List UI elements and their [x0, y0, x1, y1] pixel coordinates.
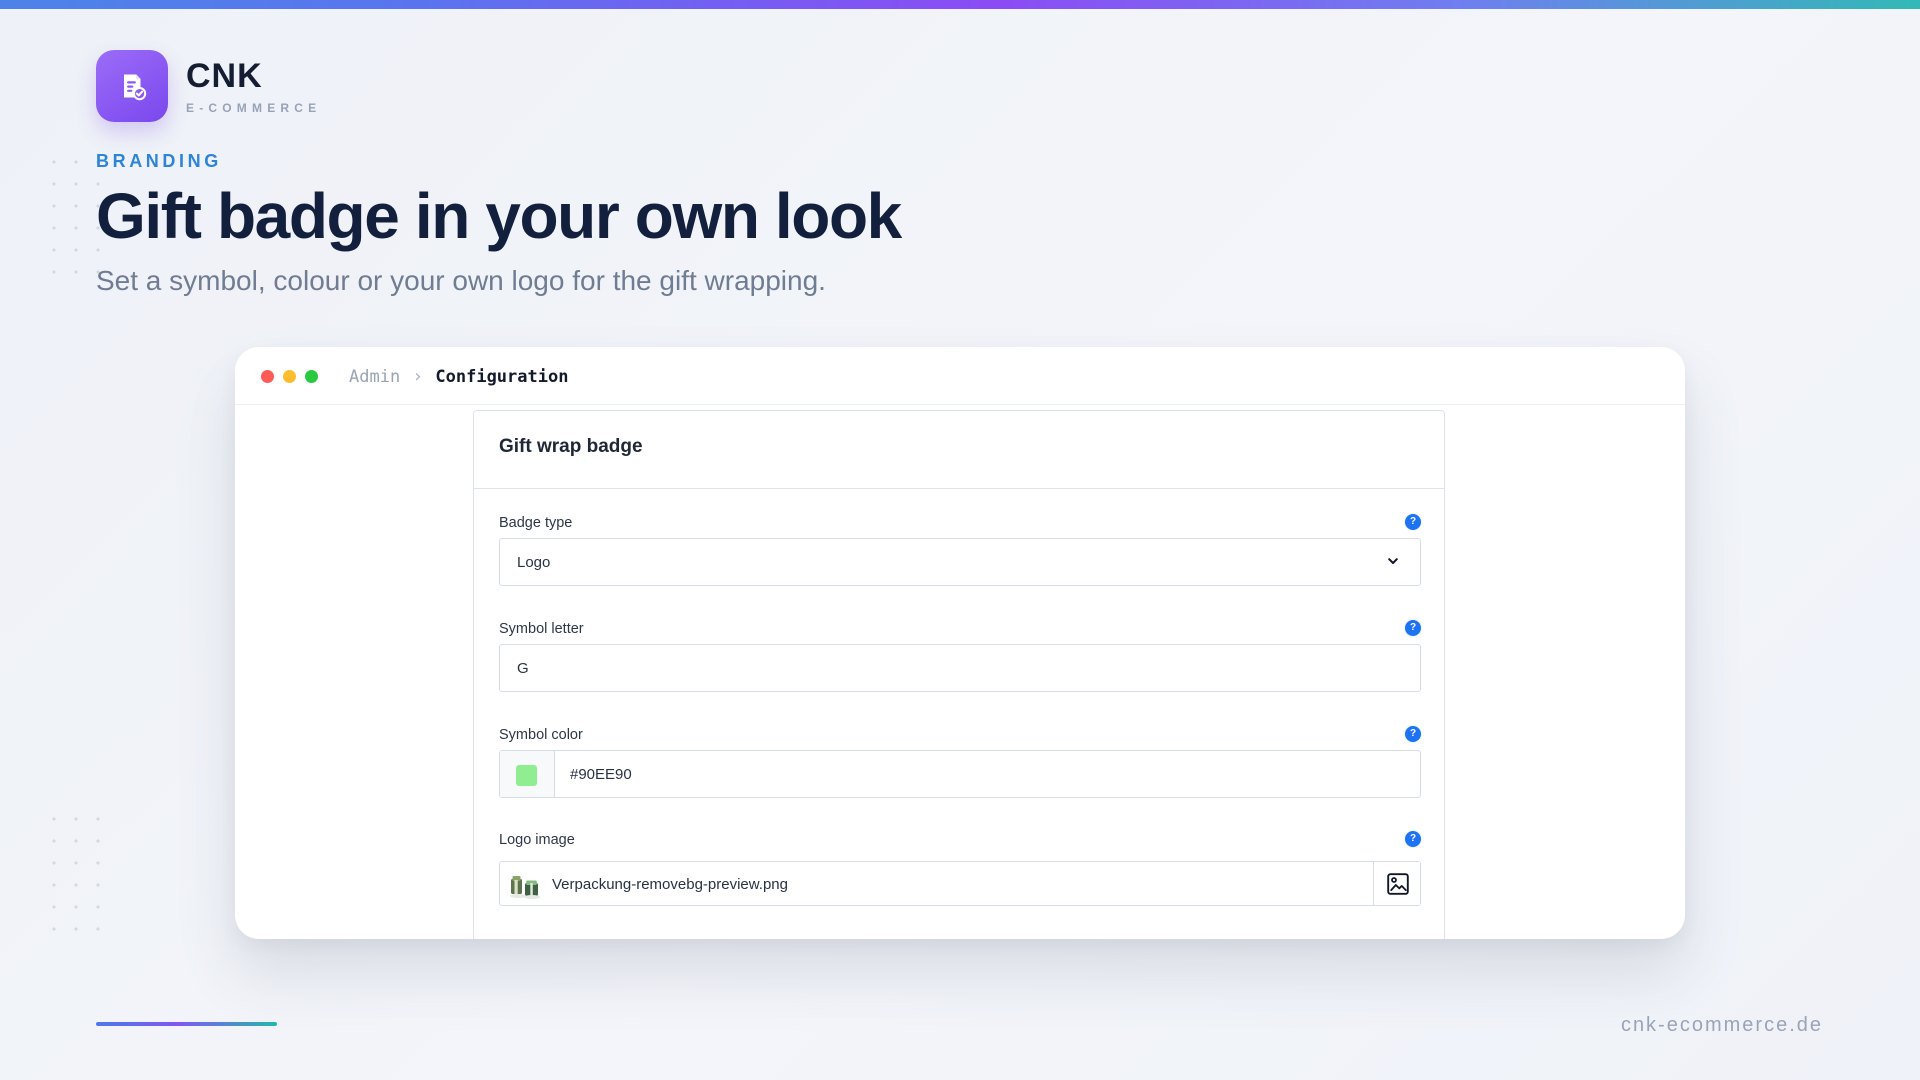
gift-package-thumbnail [510, 876, 540, 899]
symbol-color-label: Symbol color [499, 727, 583, 743]
panel-divider [474, 488, 1444, 489]
help-icon[interactable]: ? [1405, 514, 1421, 530]
admin-window: Admin › Configuration Gift wrap badge Ba… [235, 347, 1685, 939]
chevron-down-icon [1388, 558, 1398, 564]
color-swatch [516, 765, 537, 786]
image-icon [1387, 873, 1409, 895]
color-swatch-button[interactable] [500, 751, 555, 797]
badge-type-value: Logo [517, 554, 551, 571]
window-title-bar: Admin › Configuration [235, 347, 1685, 405]
help-icon[interactable]: ? [1405, 831, 1421, 847]
badge-type-label: Badge type [499, 515, 573, 531]
breadcrumb-configuration: Configuration [435, 367, 569, 387]
brand-logo: CNK E-COMMERCE [96, 50, 321, 122]
document-check-icon [96, 50, 168, 122]
footer-url[interactable]: cnk-ecommerce.de [1621, 1013, 1823, 1037]
gift-wrap-badge-panel: Gift wrap badge Badge type ? Logo Symbol… [473, 410, 1445, 939]
logo-image-file-name: Verpackung-removebg-preview.png [552, 876, 788, 893]
panel-title: Gift wrap badge [499, 436, 643, 457]
minimize-window-dot[interactable] [283, 370, 296, 383]
symbol-color-value: #90EE90 [570, 766, 632, 783]
maximize-window-dot[interactable] [305, 370, 318, 383]
help-icon[interactable]: ? [1405, 620, 1421, 636]
hero-subtitle: Set a symbol, colour or your own logo fo… [96, 265, 826, 296]
brand-subtitle: E-COMMERCE [186, 100, 322, 115]
symbol-color-input[interactable]: #90EE90 [499, 750, 1421, 798]
close-window-dot[interactable] [261, 370, 274, 383]
choose-image-button[interactable] [1373, 862, 1420, 905]
breadcrumb-admin[interactable]: Admin [349, 365, 400, 389]
symbol-letter-input[interactable]: G [499, 644, 1421, 692]
brand-name: CNK [186, 56, 263, 95]
top-gradient-bar [0, 0, 1920, 9]
badge-type-select[interactable]: Logo [499, 538, 1421, 586]
symbol-letter-label: Symbol letter [499, 621, 584, 637]
logo-image-label: Logo image [499, 832, 575, 848]
hero-title: Gift badge in your own look [96, 180, 902, 252]
symbol-letter-value: G [517, 660, 529, 677]
breadcrumb-separator-icon: › [414, 366, 422, 387]
breadcrumb: Admin › Configuration [349, 365, 568, 389]
help-icon[interactable]: ? [1405, 726, 1421, 742]
footer-accent-line [96, 1022, 277, 1026]
decorative-dot-grid [43, 808, 107, 936]
section-kicker: BRANDING [96, 151, 222, 171]
brand-text: CNK E-COMMERCE [186, 59, 321, 114]
logo-image-field[interactable]: Verpackung-removebg-preview.png [499, 861, 1421, 906]
